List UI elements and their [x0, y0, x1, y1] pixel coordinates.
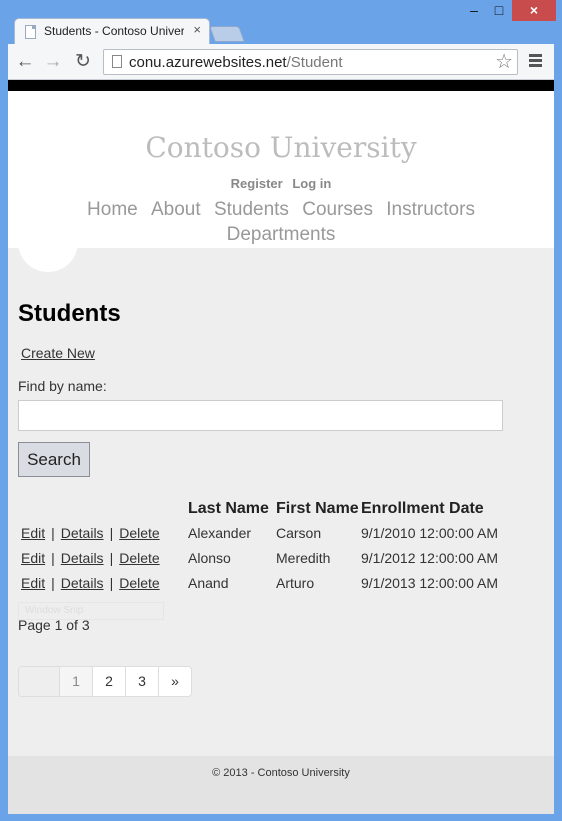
edit-link[interactable]: Edit	[21, 525, 45, 541]
details-link[interactable]: Details	[61, 525, 104, 541]
footer-copyright: © 2013 - Contoso University	[212, 767, 350, 779]
page-link-2[interactable]: 2	[92, 667, 125, 696]
edit-link[interactable]: Edit	[21, 575, 45, 591]
menu-item-about[interactable]: About	[151, 199, 201, 220]
register-link[interactable]: Register	[231, 176, 283, 191]
separator: |	[51, 549, 55, 566]
separator: |	[109, 574, 114, 591]
table-row: Edit | Details | Delete Alonso Meredith 9/1/…	[18, 545, 508, 570]
search-input[interactable]	[18, 400, 503, 431]
row-actions: Edit | Details | Delete	[18, 520, 188, 545]
table-row: Edit | Details | Delete Anand Arturo 9/1/201…	[18, 570, 508, 595]
login-link[interactable]: Log in	[292, 176, 331, 191]
last-name-header: Last Name	[188, 500, 269, 517]
url-path: /Student	[286, 54, 343, 71]
page-link-3[interactable]: 3	[125, 667, 158, 696]
close-window-button[interactable]: ×	[512, 0, 556, 21]
main-menu: Home About Students Courses Instructors …	[68, 197, 494, 247]
page-favicon-icon	[25, 25, 36, 39]
page-viewport: Contoso University Register Log in Home …	[8, 80, 554, 814]
top-black-bar	[8, 80, 554, 91]
page-info: Page 1 of 3	[18, 617, 90, 633]
enrollment-date-cell: 9/1/2013 12:00:00 AM	[361, 574, 498, 591]
separator: |	[109, 524, 114, 541]
site-title[interactable]: Contoso University	[8, 131, 554, 164]
actions-header	[18, 498, 188, 520]
first-name-header: First Name	[276, 500, 359, 517]
forward-arrow-icon[interactable]: →	[42, 51, 64, 73]
page-title: Students	[18, 300, 121, 327]
next-page-link[interactable]: »	[158, 667, 191, 696]
minimize-button[interactable]: –	[462, 0, 486, 21]
row-actions: Edit | Details | Delete	[18, 545, 188, 570]
delete-link[interactable]: Delete	[119, 575, 159, 591]
last-name-cell: Anand	[188, 574, 229, 591]
maximize-button[interactable]: □	[486, 0, 512, 21]
browser-tab[interactable]: Students - Contoso Univer ×	[14, 18, 210, 44]
header-decoration	[18, 228, 78, 272]
delete-link[interactable]: Delete	[119, 525, 159, 541]
login-links: Register Log in	[8, 176, 554, 191]
menu-item-students[interactable]: Students	[214, 199, 289, 220]
pagination: 1 2 3 »	[18, 666, 192, 697]
separator: |	[51, 524, 55, 541]
search-button[interactable]: Search	[18, 442, 90, 477]
first-name-cell: Carson	[276, 524, 322, 541]
site-footer: © 2013 - Contoso University	[8, 756, 554, 814]
reload-icon[interactable]: ↻	[72, 51, 94, 73]
details-link[interactable]: Details	[61, 575, 104, 591]
delete-link[interactable]: Delete	[119, 550, 159, 566]
table-row: Edit | Details | Delete Alexander Carson 9/1…	[18, 520, 508, 545]
url-host: conu.azurewebsites.net	[129, 54, 287, 71]
separator: |	[109, 549, 114, 566]
menu-item-instructors[interactable]: Instructors	[386, 199, 475, 220]
details-link[interactable]: Details	[61, 550, 104, 566]
page-link-1: 1	[59, 667, 92, 696]
menu-item-departments[interactable]: Departments	[227, 224, 336, 245]
bookmark-star-icon[interactable]: ☆	[495, 51, 513, 73]
site-header: Contoso University Register Log in Home …	[8, 91, 554, 248]
browser-window: Students - Contoso Univer × – □ × ← → ↻ …	[0, 0, 562, 821]
find-by-name-label: Find by name:	[18, 378, 107, 394]
enrollment-date-cell: 9/1/2010 12:00:00 AM	[361, 524, 498, 541]
pager-prev-disabled	[19, 667, 59, 696]
separator: |	[51, 574, 55, 591]
page-icon	[112, 55, 122, 68]
title-bar: Students - Contoso Univer × – □ ×	[0, 0, 562, 44]
browser-toolbar: ← → ↻ conu.azurewebsites.net/Student ☆	[8, 44, 554, 80]
enrollment-date-header: Enrollment Date	[361, 500, 484, 517]
back-arrow-icon[interactable]: ←	[14, 51, 36, 73]
address-bar[interactable]: conu.azurewebsites.net/Student ☆	[103, 49, 518, 75]
tab-close-icon[interactable]: ×	[193, 23, 201, 37]
edit-link[interactable]: Edit	[21, 550, 45, 566]
students-table: Last Name First Name Enrollment Date Edi…	[18, 498, 508, 595]
first-name-cell: Meredith	[276, 549, 331, 566]
hamburger-menu-icon[interactable]	[526, 52, 546, 72]
first-name-cell: Arturo	[276, 574, 315, 591]
create-new-link[interactable]: Create New	[21, 345, 95, 361]
menu-item-home[interactable]: Home	[87, 199, 138, 220]
last-name-cell: Alexander	[188, 524, 252, 541]
tab-title: Students - Contoso Univer	[44, 24, 184, 38]
enrollment-date-cell: 9/1/2012 12:00:00 AM	[361, 549, 498, 566]
last-name-cell: Alonso	[188, 549, 231, 566]
url-text[interactable]: conu.azurewebsites.net/Student	[129, 54, 343, 71]
new-tab-button[interactable]	[209, 26, 245, 42]
menu-item-courses[interactable]: Courses	[302, 199, 373, 220]
table-header-row: Last Name First Name Enrollment Date	[18, 498, 508, 520]
row-actions: Edit | Details | Delete	[18, 570, 188, 595]
